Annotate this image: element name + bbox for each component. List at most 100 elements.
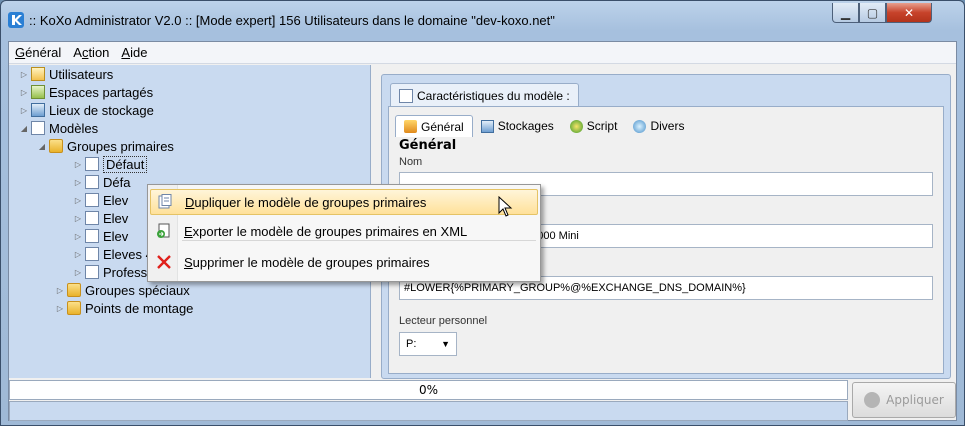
expander-icon[interactable]: ▷ <box>73 196 83 205</box>
misc-icon <box>633 119 647 133</box>
folder-icon <box>49 139 63 153</box>
tree-item-label: Espaces partagés <box>49 84 154 100</box>
title-bar[interactable]: :: KoXo Administrator V2.0 :: [Mode expe… <box>1 1 964 41</box>
accelerator-letter: D <box>185 194 195 210</box>
duplicate-icon <box>151 194 179 210</box>
apply-label: Appliquer <box>886 393 944 407</box>
accelerator-letter: S <box>184 254 193 270</box>
close-button[interactable]: ✕ <box>886 3 932 23</box>
window-title: :: KoXo Administrator V2.0 :: [Mode expe… <box>29 13 555 28</box>
tree-item-eleves-2[interactable]: ▷ Elev <box>73 209 128 227</box>
close-icon: ✕ <box>903 5 915 20</box>
expander-icon[interactable]: ▷ <box>19 106 29 115</box>
tab-label: Stockages <box>497 119 554 133</box>
maximize-button[interactable]: ▢ <box>859 3 886 23</box>
panel-header: Caractéristiques du modèle : <box>390 83 579 107</box>
tree-item-label: Défaut <box>103 155 148 173</box>
tab-divers[interactable]: Divers <box>625 115 692 137</box>
expander-icon[interactable]: ▷ <box>73 232 83 241</box>
menu-separator <box>182 240 536 241</box>
export-xml-icon <box>150 223 178 239</box>
section-title: Général <box>399 138 457 153</box>
nom-label: Nom <box>399 156 423 168</box>
drive-value: P: <box>406 338 417 350</box>
tree-item-label: Elev <box>103 192 129 208</box>
tree-item-espaces-partages[interactable]: ▷ Espaces partagés <box>19 83 153 101</box>
tree-item-label: Modèles <box>49 120 99 136</box>
expander-icon[interactable]: ▷ <box>19 70 29 79</box>
tree-item-modeles[interactable]: ◢ Modèles <box>19 119 98 137</box>
shared-space-icon <box>31 85 45 99</box>
expander-icon[interactable]: ▷ <box>19 88 29 97</box>
document-icon <box>85 193 99 207</box>
menu-aide[interactable]: Aide <box>115 45 153 60</box>
expander-icon[interactable]: ◢ <box>19 124 29 133</box>
tab-label: Script <box>586 119 618 133</box>
document-icon <box>85 157 99 171</box>
minimize-icon: ▁ <box>840 5 851 20</box>
expander-icon[interactable]: ▷ <box>55 286 65 295</box>
script-icon <box>569 119 583 133</box>
expander-icon[interactable]: ▷ <box>73 250 83 259</box>
tree-item-utilisateurs[interactable]: ▷ Utilisateurs <box>19 65 113 83</box>
folder-icon <box>67 301 81 315</box>
tree-item-eleves-1[interactable]: ▷ Elev <box>73 191 128 209</box>
expander-icon[interactable]: ▷ <box>73 178 83 187</box>
accelerator-letter: E <box>184 223 193 239</box>
menu-bar: Général Action Aide <box>9 42 956 64</box>
document-icon <box>85 265 99 279</box>
status-bar <box>9 401 848 421</box>
menu-item-delete[interactable]: Supprimer le modèle de groupes primaires <box>150 249 538 275</box>
tree-item-label: Défa <box>103 174 131 190</box>
tree-item-groupes-speciaux[interactable]: ▷ Groupes spéciaux <box>55 281 190 299</box>
template-properties-icon <box>399 88 413 103</box>
tab-script[interactable]: Script <box>562 115 626 137</box>
menu-item-label: Dupliquer le modèle de groupes primaires <box>179 195 426 210</box>
context-menu: Dupliquer le modèle de groupes primaires… <box>147 184 541 282</box>
tree-item-label: Groupes primaires <box>67 138 174 154</box>
drive-select[interactable]: P: ▼ <box>399 332 457 356</box>
tree-item-lieux-stockage[interactable]: ▷ Lieux de stockage <box>19 101 154 119</box>
mouse-cursor-icon <box>498 196 513 217</box>
maximize-icon: ▢ <box>866 5 879 20</box>
tree-item-label: Utilisateurs <box>49 66 114 82</box>
panel-header-label: Caractéristiques du modèle : <box>417 88 570 103</box>
storage-icon <box>480 119 494 133</box>
app-window: :: KoXo Administrator V2.0 :: [Mode expe… <box>0 0 965 426</box>
apply-icon <box>864 392 881 408</box>
delete-icon <box>150 254 178 270</box>
tab-stockages[interactable]: Stockages <box>473 115 562 137</box>
tree-item-defaut[interactable]: ▷ Défaut <box>73 155 148 173</box>
document-icon <box>85 247 99 261</box>
tree-item-eleves-3[interactable]: ▷ Elev <box>73 227 128 245</box>
users-folder-icon <box>31 67 45 81</box>
tree-item-defaut-2[interactable]: ▷ Défa <box>73 173 131 191</box>
general-icon <box>404 120 417 133</box>
apply-button[interactable]: Appliquer <box>852 382 956 418</box>
expander-icon[interactable]: ▷ <box>73 268 83 277</box>
templates-icon <box>31 121 45 135</box>
tab-label: Général <box>421 119 464 134</box>
drive-label: Lecteur personnel <box>399 315 488 327</box>
progress-bar: 0% <box>9 380 848 400</box>
menu-item-duplicate[interactable]: Dupliquer le modèle de groupes primaires <box>150 189 538 215</box>
storage-icon <box>31 103 45 117</box>
menu-item-text: upprimer le modèle de groupes primaires <box>192 254 430 270</box>
menu-item-label: Exporter le modèle de groupes primaires … <box>178 224 467 239</box>
expander-icon[interactable]: ▷ <box>55 304 65 313</box>
expander-icon[interactable]: ◢ <box>37 142 47 151</box>
tab-general[interactable]: Général <box>395 115 473 137</box>
tree-item-label: Points de montage <box>85 300 194 316</box>
minimize-button[interactable]: ▁ <box>832 3 859 23</box>
menu-general[interactable]: Général <box>9 45 67 60</box>
expander-icon[interactable]: ▷ <box>73 214 83 223</box>
dropdown-arrow-icon: ▼ <box>441 339 450 349</box>
menu-action[interactable]: Action <box>67 45 115 60</box>
tab-label: Divers <box>650 119 685 133</box>
tree-item-points-de-montage[interactable]: ▷ Points de montage <box>55 299 193 317</box>
tree-item-groupes-primaires[interactable]: ◢ Groupes primaires <box>37 137 174 155</box>
expander-icon[interactable]: ▷ <box>73 160 83 169</box>
progress-text: 0% <box>418 383 439 397</box>
tree-item-label: Lieux de stockage <box>49 102 154 118</box>
tree-item-label: Elev <box>103 210 129 226</box>
